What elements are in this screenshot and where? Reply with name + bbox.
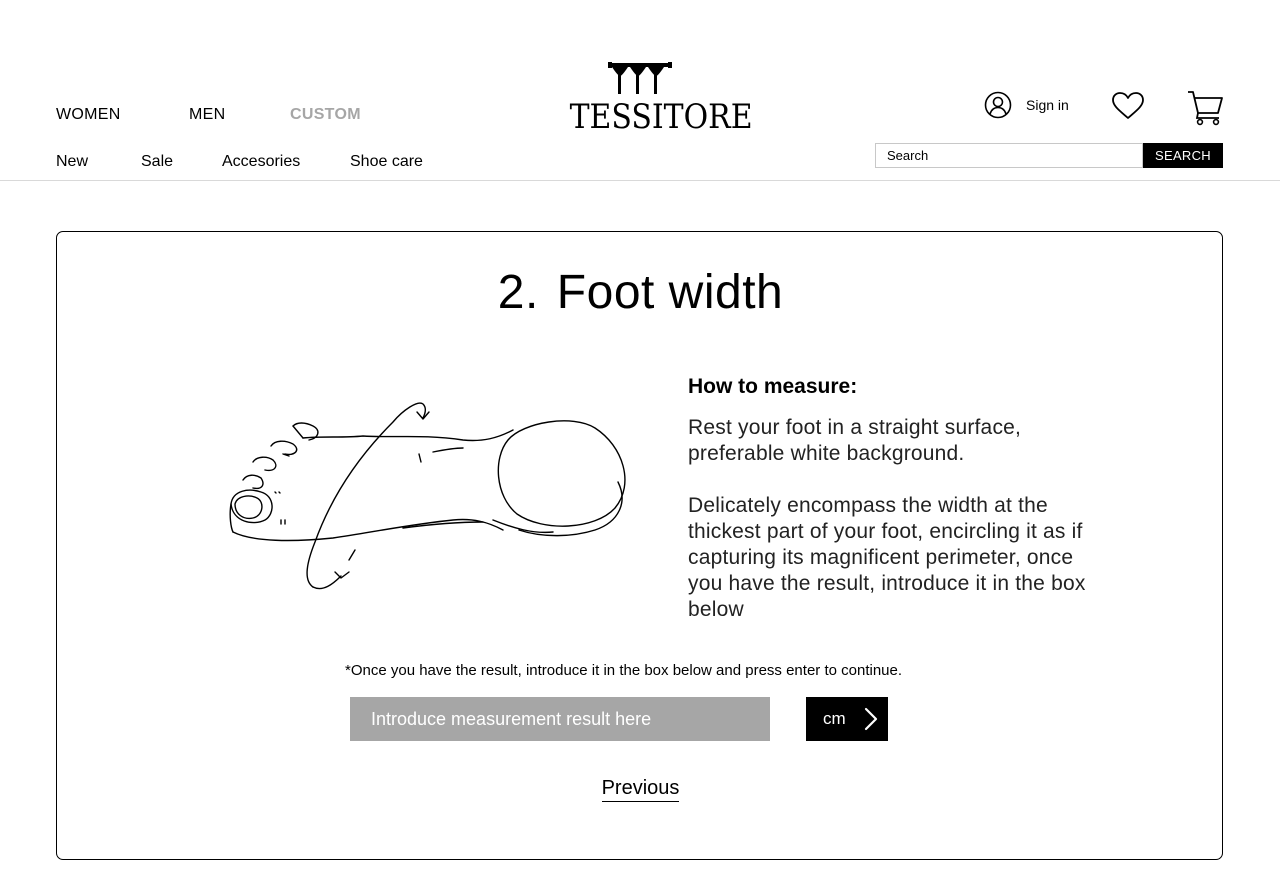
nav-women[interactable]: WOMEN [56, 106, 121, 124]
heart-icon[interactable] [1111, 91, 1145, 121]
brand-logo[interactable]: TESSITORE [560, 62, 753, 140]
unit-label: cm [823, 709, 846, 728]
nav-men[interactable]: MEN [189, 106, 225, 124]
cart-icon[interactable] [1186, 89, 1224, 127]
nav-custom[interactable]: CUSTOM [290, 106, 361, 124]
search-input[interactable] [875, 143, 1143, 168]
user-icon [984, 91, 1012, 119]
measurement-input[interactable] [350, 697, 770, 741]
site-header: WOMEN MEN CUSTOM New Sale Accesories Sho… [0, 0, 1280, 181]
how-to-measure: How to measure: Rest your foot in a stra… [688, 375, 1088, 623]
previous-link-wrapper: Previous [57, 777, 1224, 802]
previous-link[interactable]: Previous [601, 777, 680, 802]
instruction-note: *Once you have the result, introduce it … [345, 662, 903, 679]
logo-text: TESSITORE [569, 97, 753, 137]
sub-nav-accesories[interactable]: Accesories [222, 153, 300, 171]
step-title: 2. Foot width [57, 265, 1224, 320]
chevron-right-icon [864, 707, 878, 731]
step-title-text: Foot width [556, 266, 784, 319]
sign-in-label: Sign in [1026, 97, 1069, 113]
sub-nav-new[interactable]: New [56, 153, 88, 171]
how-to-paragraph: Delicately encompass the width at the th… [688, 494, 1086, 621]
foot-measure-illustration [229, 402, 626, 590]
measurement-card: 2. Foot width How to measure: Rest your … [56, 231, 1223, 860]
how-to-title: How to measure: [688, 375, 858, 398]
how-to-paragraph: Rest your foot in a straight surface, pr… [688, 416, 1022, 465]
search-button[interactable]: SEARCH [1143, 143, 1223, 168]
step-number: 2. [497, 266, 539, 319]
sub-nav-shoe-care[interactable]: Shoe care [350, 153, 423, 171]
submit-unit-button[interactable]: cm [806, 697, 888, 741]
search-bar: SEARCH [875, 143, 1223, 168]
sub-nav-sale[interactable]: Sale [141, 153, 173, 171]
sign-in-button[interactable]: Sign in [984, 90, 1069, 120]
colonnade-logo-icon [608, 62, 672, 94]
